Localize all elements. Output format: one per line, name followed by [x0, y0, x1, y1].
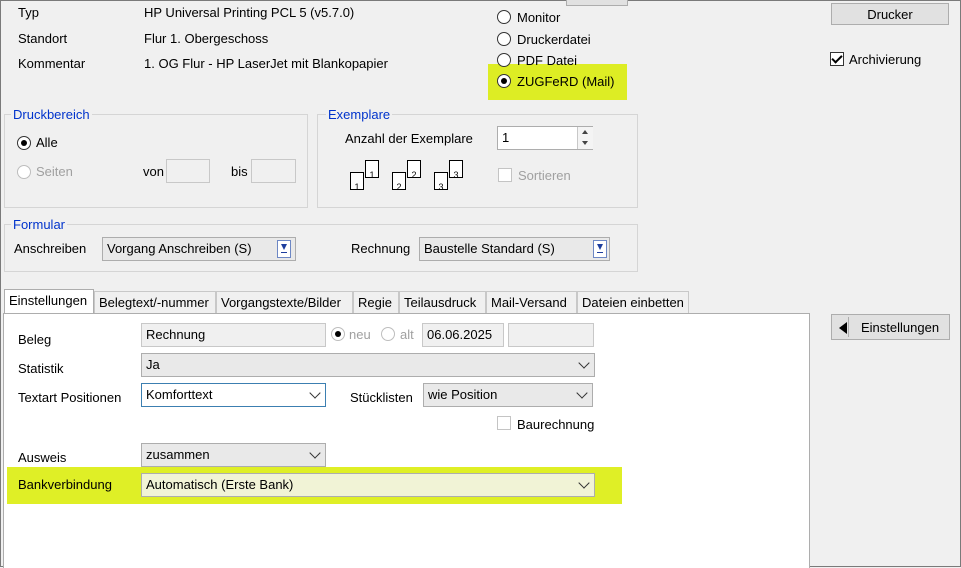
cover-letter-download-icon[interactable]: [277, 240, 291, 258]
sort-checkbox[interactable]: [498, 168, 512, 182]
display-label: Ausweis: [18, 450, 67, 465]
type-label: Typ: [18, 5, 39, 20]
doc-field[interactable]: Rechnung: [141, 323, 326, 347]
form-title: Formular: [11, 217, 68, 232]
settings-button-label: Einstellungen: [861, 320, 940, 335]
to-input[interactable]: [251, 159, 296, 183]
radio-monitor[interactable]: [497, 10, 511, 24]
cover-letter-value: Vorgang Anschreiben (S): [107, 241, 252, 256]
new-label: neu: [349, 327, 371, 342]
pdf-file-label: PDF Datei: [517, 53, 577, 68]
settings-button[interactable]: Einstellungen: [831, 314, 950, 340]
bank-select[interactable]: Automatisch (Erste Bank): [141, 473, 595, 497]
textart-select[interactable]: Komforttext: [141, 383, 326, 407]
all-label: Alle: [36, 135, 58, 150]
settings-panel: [3, 313, 810, 568]
copies-count-value: 1: [502, 130, 510, 145]
spin-down-icon[interactable]: [582, 141, 588, 145]
stats-value: Ja: [146, 357, 160, 372]
sort-label: Sortieren: [518, 168, 571, 183]
archive-label: Archivierung: [849, 52, 922, 67]
chevron-down-icon: [578, 357, 590, 369]
location-label: Standort: [18, 31, 68, 46]
comment-value: 1. OG Flur - HP LaserJet mit Blankopapie…: [144, 56, 388, 71]
bank-label: Bankverbindung: [18, 477, 112, 492]
chevron-down-icon: [578, 477, 590, 489]
date-field[interactable]: 06.06.2025: [422, 323, 504, 347]
button-divider: [848, 317, 849, 337]
display-select[interactable]: zusammen: [141, 443, 326, 467]
bom-select[interactable]: wie Position: [423, 383, 593, 407]
invoice-select[interactable]: Baustelle Standard (S): [419, 237, 610, 261]
tab-process-texts[interactable]: Vorgangstexte/Bilder: [216, 291, 353, 313]
partial-button[interactable]: [566, 0, 628, 6]
location-value: Flur 1. Obergeschoss: [144, 31, 269, 46]
tab-mail[interactable]: Mail-Versand: [486, 291, 577, 313]
copies-count-label: Anzahl der Exemplare: [345, 131, 473, 146]
copies-spinner[interactable]: [577, 127, 593, 149]
number-field[interactable]: [508, 323, 594, 347]
doc-value: Rechnung: [146, 327, 206, 342]
chevron-down-icon: [576, 387, 588, 399]
radio-pages[interactable]: [17, 165, 31, 179]
radio-new[interactable]: [331, 327, 345, 341]
radio-printer-file[interactable]: [497, 32, 511, 46]
zugferd-label: ZUGFeRD (Mail): [517, 74, 615, 89]
chevron-down-icon: [309, 387, 321, 399]
tab-partial-print[interactable]: Teilausdruck: [399, 291, 486, 313]
textart-label: Textart Positionen: [18, 390, 122, 405]
construction-invoice-checkbox[interactable]: [497, 416, 511, 430]
cover-letter-select[interactable]: Vorgang Anschreiben (S): [102, 237, 296, 261]
print-range-title: Druckbereich: [11, 107, 92, 122]
bom-label: Stücklisten: [350, 390, 413, 405]
radio-all[interactable]: [17, 136, 31, 150]
comment-label: Kommentar: [18, 56, 86, 71]
pages-label: Seiten: [36, 164, 73, 179]
printer-file-label: Druckerdatei: [517, 32, 591, 47]
from-input[interactable]: [166, 159, 210, 183]
date-value: 06.06.2025: [427, 327, 493, 342]
radio-old[interactable]: [381, 327, 395, 341]
radio-pdf-file[interactable]: [497, 53, 511, 67]
copies-title: Exemplare: [326, 107, 393, 122]
bom-value: wie Position: [428, 387, 498, 402]
stats-label: Statistik: [18, 361, 64, 376]
spin-up-icon[interactable]: [582, 130, 588, 134]
radio-zugferd[interactable]: [497, 74, 511, 88]
stats-select[interactable]: Ja: [141, 353, 595, 377]
construction-invoice-label: Baurechnung: [517, 417, 595, 432]
invoice-label: Rechnung: [351, 241, 411, 256]
cover-letter-label: Anschreiben: [14, 241, 87, 256]
tab-document-text[interactable]: Belegtext/-nummer: [94, 291, 216, 313]
invoice-value: Baustelle Standard (S): [424, 241, 555, 256]
tab-regie[interactable]: Regie: [353, 291, 399, 313]
invoice-download-icon[interactable]: [593, 240, 607, 258]
type-value: HP Universal Printing PCL 5 (v5.7.0): [144, 5, 355, 20]
old-label: alt: [400, 327, 414, 342]
printer-button[interactable]: Drucker: [831, 3, 949, 25]
from-label: von: [143, 164, 164, 179]
tab-settings[interactable]: Einstellungen: [4, 289, 94, 313]
bank-value: Automatisch (Erste Bank): [146, 477, 294, 492]
to-label: bis: [231, 164, 248, 179]
tab-embed-files[interactable]: Dateien einbetten: [577, 291, 689, 313]
archive-checkbox[interactable]: [830, 52, 844, 66]
arrow-left-icon: [839, 322, 847, 334]
chevron-down-icon: [309, 447, 321, 459]
collate-pages-icon: 11 22 33: [350, 158, 470, 194]
display-value: zusammen: [146, 447, 210, 462]
monitor-label: Monitor: [517, 10, 561, 25]
doc-label: Beleg: [18, 332, 52, 347]
textart-value: Komforttext: [146, 387, 213, 402]
